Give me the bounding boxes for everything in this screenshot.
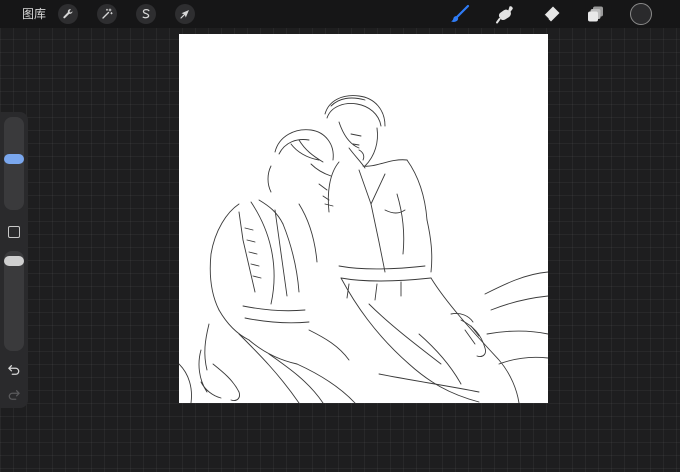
arrow-cursor-icon bbox=[180, 10, 189, 19]
wrench-icon bbox=[63, 9, 73, 19]
layers-button[interactable] bbox=[585, 3, 607, 25]
smudge-icon bbox=[496, 6, 513, 24]
magic-wand-icon bbox=[102, 8, 113, 19]
transform-button[interactable] bbox=[175, 4, 195, 24]
brush-icon bbox=[451, 4, 470, 22]
selection-s-icon bbox=[142, 9, 150, 19]
undo-arrow-icon bbox=[8, 365, 20, 375]
redo-button[interactable] bbox=[6, 388, 22, 402]
color-picker-button[interactable] bbox=[630, 3, 652, 25]
modify-button[interactable] bbox=[8, 226, 20, 238]
redo-arrow-icon bbox=[8, 390, 20, 400]
eraser-tool-button[interactable] bbox=[540, 3, 562, 25]
brush-size-thumb[interactable] bbox=[4, 154, 24, 165]
smudge-tool-button[interactable] bbox=[495, 3, 517, 25]
layers-icon bbox=[588, 6, 603, 22]
left-sidebar bbox=[0, 112, 28, 408]
selection-button[interactable] bbox=[136, 4, 156, 24]
sketch-artwork bbox=[179, 95, 548, 403]
drawing-canvas[interactable] bbox=[179, 34, 548, 403]
opacity-slider[interactable] bbox=[4, 251, 24, 351]
adjustments-button[interactable] bbox=[97, 4, 117, 24]
eraser-icon bbox=[544, 6, 560, 22]
workspace: 图库 bbox=[0, 0, 680, 472]
undo-button[interactable] bbox=[6, 363, 22, 377]
opacity-thumb[interactable] bbox=[4, 255, 24, 266]
brush-tool-button[interactable] bbox=[449, 3, 471, 25]
actions-button[interactable] bbox=[58, 4, 78, 24]
gallery-button[interactable]: 图库 bbox=[22, 6, 46, 22]
top-toolbar: 图库 bbox=[0, 0, 680, 28]
